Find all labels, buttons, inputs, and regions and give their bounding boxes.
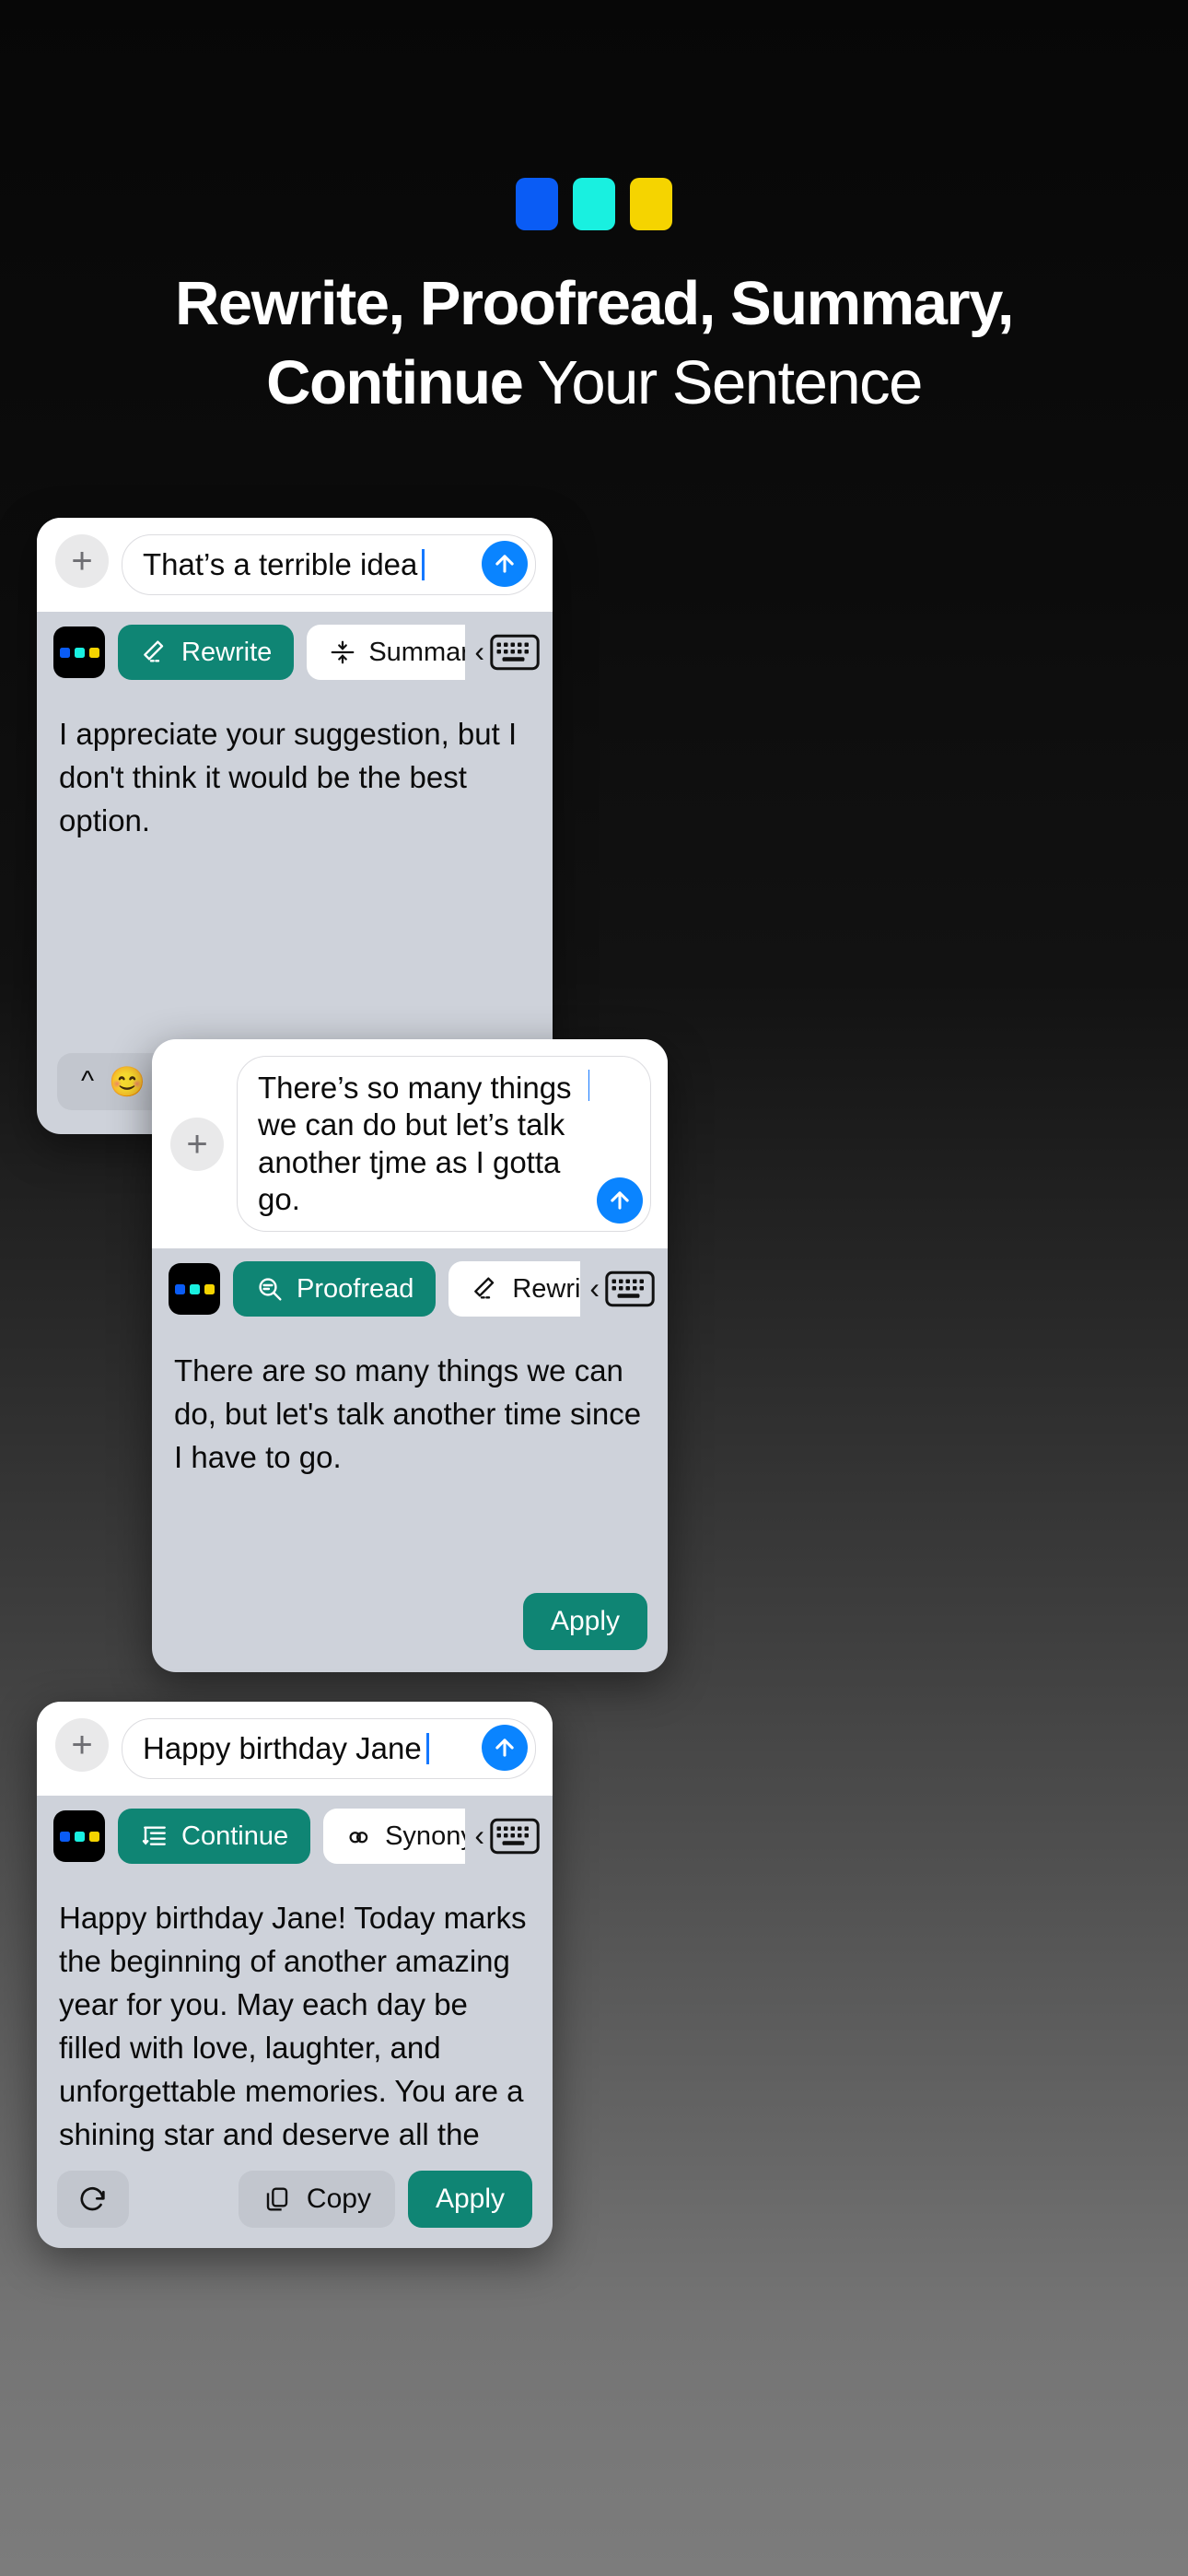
send-arrow-up-icon[interactable] <box>597 1177 643 1224</box>
rewrite-input-value: That’s a terrible idea <box>143 547 418 581</box>
smile-emoji-icon: 😊 <box>109 1065 146 1099</box>
proofread-result-text: There are so many things we can do, but … <box>174 1353 642 1474</box>
app-logo-icon[interactable] <box>53 1810 105 1863</box>
text-caret <box>422 549 425 581</box>
headline-line-1: Rewrite, Proofread, Summary, <box>175 269 1014 338</box>
text-caret <box>588 1070 589 1101</box>
keyboard-toggle[interactable]: ‹ <box>465 612 553 694</box>
app-logo <box>0 178 1188 230</box>
chip-continue[interactable]: Continue <box>118 1809 311 1865</box>
app-logo-icon[interactable] <box>53 626 105 679</box>
copy-icon <box>266 2187 288 2211</box>
proofread-bottom-bar: Apply <box>152 1578 668 1672</box>
rewrite-toolbar: Rewrite Summary G ‹ <box>37 612 553 694</box>
rewrite-text-input[interactable]: That’s a terrible idea <box>122 534 536 596</box>
proofread-input-bar: + There’s so many things we can do but l… <box>152 1039 668 1248</box>
plus-icon[interactable]: + <box>170 1117 224 1171</box>
refresh-button[interactable] <box>57 2171 129 2229</box>
logo-square-yellow <box>630 178 672 230</box>
page-title: Rewrite, Proofread, Summary, Continue Yo… <box>0 273 1188 414</box>
continue-input-value: Happy birthday Jane <box>143 1731 422 1765</box>
chevron-up-icon: ^ <box>81 1066 95 1097</box>
refresh-icon <box>80 2187 105 2211</box>
headline-line-2-light: Your Sentence <box>522 348 923 417</box>
rewrite-result-text: I appreciate your suggestion, but I don'… <box>59 717 518 837</box>
apply-button[interactable]: Apply <box>407 2171 532 2229</box>
plus-icon[interactable]: + <box>55 1718 109 1772</box>
continue-text-input[interactable]: Happy birthday Jane <box>122 1718 536 1780</box>
keyboard-icon <box>490 1819 540 1855</box>
card-proofread: + There’s so many things we can do but l… <box>152 1039 668 1672</box>
keyboard-icon <box>490 635 540 671</box>
headline-line-2-bold: Continue <box>266 348 524 417</box>
chip-continue-label: Continue <box>181 1821 289 1851</box>
keyboard-toggle[interactable]: ‹ <box>580 1248 668 1329</box>
continue-result-text: Happy birthday Jane! Today marks the beg… <box>59 1901 527 2151</box>
chevron-left-icon: ‹ <box>474 634 484 668</box>
proofread-input-value: There’s so many things we can do but let… <box>258 1071 580 1216</box>
logo-square-blue <box>516 178 558 230</box>
app-logo-icon[interactable] <box>169 1263 220 1315</box>
continue-input-bar: + Happy birthday Jane <box>37 1702 553 1797</box>
logo-square-cyan <box>573 178 615 230</box>
copy-button[interactable]: Copy <box>238 2171 395 2229</box>
chip-rewrite[interactable]: Rewrite <box>118 625 295 681</box>
chip-rewrite-label: Rewrite <box>181 637 273 667</box>
send-arrow-up-icon[interactable] <box>482 1725 528 1772</box>
card-continue: + Happy birthday Jane Continue Synonyms … <box>37 1702 553 2249</box>
chip-proofread[interactable]: Proofread <box>233 1261 437 1317</box>
continue-toolbar: Continue Synonyms ‹ <box>37 1796 553 1878</box>
keyboard-toggle[interactable]: ‹ <box>465 1796 553 1878</box>
text-caret <box>425 1733 429 1765</box>
proofread-toolbar: Proofread Rewrite S ‹ <box>152 1248 668 1329</box>
chip-proofread-label: Proofread <box>297 1273 414 1304</box>
proofread-text-input[interactable]: There’s so many things we can do but let… <box>237 1056 651 1232</box>
chevron-left-icon: ‹ <box>474 1818 484 1852</box>
plus-icon[interactable]: + <box>55 534 109 588</box>
continue-bottom-bar: Copy Apply <box>37 2158 553 2248</box>
apply-button[interactable]: Apply <box>522 1593 647 1650</box>
keyboard-icon <box>605 1270 655 1307</box>
hero-section: Rewrite, Proofread, Summary, Continue Yo… <box>0 0 1188 414</box>
copy-label: Copy <box>306 2184 371 2215</box>
chevron-left-icon: ‹ <box>589 1270 600 1305</box>
send-arrow-up-icon[interactable] <box>482 541 528 588</box>
rewrite-input-bar: + That’s a terrible idea <box>37 518 553 613</box>
